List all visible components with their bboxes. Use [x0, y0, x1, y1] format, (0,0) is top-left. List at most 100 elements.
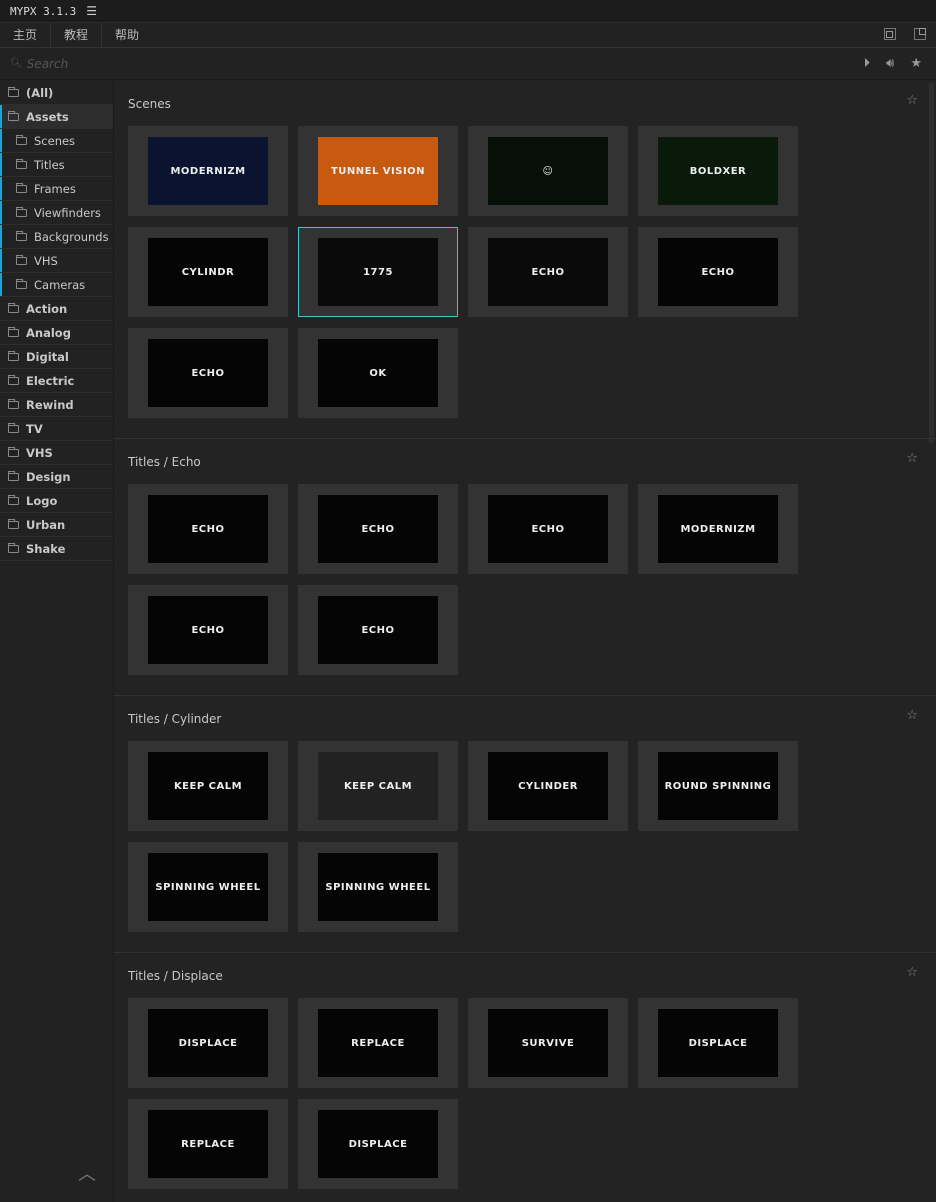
volume-icon[interactable]: 🔊︎: [886, 56, 894, 71]
sidebar-item[interactable]: Rewind: [0, 393, 113, 417]
sidebar-item[interactable]: Logo: [0, 489, 113, 513]
sidebar-item[interactable]: Digital: [0, 345, 113, 369]
favorite-star-icon[interactable]: ☆: [906, 93, 918, 108]
asset-tile[interactable]: 1775: [298, 227, 458, 317]
sidebar-item[interactable]: Backgrounds: [0, 225, 113, 249]
asset-tile[interactable]: CYLINDR: [128, 227, 288, 317]
asset-tile[interactable]: ECHO: [128, 328, 288, 418]
folder-icon: [16, 134, 27, 145]
thumbnail-label: REPLACE: [181, 1138, 235, 1150]
asset-tile[interactable]: ECHO: [468, 227, 628, 317]
asset-section: Titles / Displace ☆ DISPLACE REPLACE SURVIVE…: [114, 953, 936, 1202]
thumbnail-label: BOLDXER: [689, 165, 747, 177]
asset-tile[interactable]: KEEP CALM: [128, 741, 288, 831]
asset-tile[interactable]: DISPLACE: [298, 1099, 458, 1189]
asset-thumbnail: CYLINDR: [148, 238, 268, 306]
search-input[interactable]: [26, 56, 327, 71]
sidebar-item-label: Titles: [34, 157, 65, 172]
star-icon[interactable]: ★: [910, 56, 922, 71]
asset-tile[interactable]: ☺: [468, 126, 628, 216]
asset-tile[interactable]: ECHO: [298, 484, 458, 574]
scroll-to-top-icon[interactable]: ︿: [78, 1160, 96, 1186]
asset-tile[interactable]: KEEP CALM: [298, 741, 458, 831]
sidebar-item-label: Rewind: [26, 397, 74, 412]
sidebar-item[interactable]: Scenes: [0, 129, 113, 153]
sidebar-item-label: VHS: [26, 445, 53, 460]
sidebar-item[interactable]: Analog: [0, 321, 113, 345]
asset-tile[interactable]: REPLACE: [298, 998, 458, 1088]
sidebar-item[interactable]: Titles: [0, 153, 113, 177]
folder-icon: [16, 206, 27, 217]
sidebar-item[interactable]: TV: [0, 417, 113, 441]
sidebar-item-label: Urban: [26, 517, 66, 532]
asset-tile[interactable]: OK: [298, 328, 458, 418]
asset-thumbnail: MODERNIZM: [658, 495, 778, 563]
asset-tile[interactable]: ECHO: [468, 484, 628, 574]
folder-icon: [8, 302, 19, 313]
folder-icon: [8, 110, 19, 121]
hamburger-icon[interactable]: ☰: [86, 4, 97, 18]
sidebar-item[interactable]: Shake: [0, 537, 113, 561]
asset-tile[interactable]: DISPLACE: [638, 998, 798, 1088]
thumbnail-label: KEEP CALM: [173, 780, 243, 792]
folder-icon: [16, 230, 27, 241]
thumbnail-label: ROUND SPINNING: [664, 780, 772, 792]
asset-tile[interactable]: ECHO: [128, 585, 288, 675]
asset-thumbnail: KEEP CALM: [148, 752, 268, 820]
asset-tile[interactable]: ECHO: [638, 227, 798, 317]
asset-thumbnail: ECHO: [488, 238, 608, 306]
sidebar-item[interactable]: Frames: [0, 177, 113, 201]
folder-icon: [8, 398, 19, 409]
minimize-panel-icon[interactable]: [884, 28, 896, 40]
sidebar-item-label: Frames: [34, 181, 76, 196]
thumbnail-label: DISPLACE: [348, 1138, 408, 1150]
asset-tile[interactable]: SPINNING WHEEL: [128, 842, 288, 932]
asset-tile[interactable]: BOLDXER: [638, 126, 798, 216]
asset-tile[interactable]: MODERNIZM: [128, 126, 288, 216]
sidebar-item[interactable]: Urban: [0, 513, 113, 537]
thumbnail-label: ECHO: [531, 266, 565, 278]
asset-tile[interactable]: SURVIVE: [468, 998, 628, 1088]
menu-tutorials[interactable]: 教程: [51, 22, 103, 48]
sidebar-item-label: Electric: [26, 373, 75, 388]
sidebar-item[interactable]: VHS: [0, 441, 113, 465]
sidebar-item[interactable]: Action: [0, 297, 113, 321]
asset-thumbnail: ECHO: [318, 596, 438, 664]
thumbnail-label: OK: [369, 367, 387, 379]
sidebar-item[interactable]: Design: [0, 465, 113, 489]
asset-thumbnail: REPLACE: [148, 1110, 268, 1178]
asset-tile[interactable]: CYLINDER: [468, 741, 628, 831]
menu-help[interactable]: 帮助: [102, 23, 152, 48]
favorite-star-icon[interactable]: ☆: [906, 451, 918, 466]
popout-panel-icon[interactable]: [914, 28, 926, 40]
asset-thumbnail: ROUND SPINNING: [658, 752, 778, 820]
sidebar-item[interactable]: Viewfinders: [0, 201, 113, 225]
app-title: MYPX 3.1.3: [10, 4, 77, 18]
asset-tile[interactable]: ECHO: [298, 585, 458, 675]
favorite-star-icon[interactable]: ☆: [906, 965, 918, 980]
sidebar-item[interactable]: (All): [0, 81, 113, 105]
asset-thumbnail: 1775: [318, 238, 438, 306]
sidebar-item-label: Viewfinders: [34, 205, 101, 220]
folder-icon: [8, 86, 19, 97]
search-icon: 🔍︎: [10, 58, 23, 69]
thumbnail-label: ECHO: [191, 624, 225, 636]
sidebar-item[interactable]: Cameras: [0, 273, 113, 297]
play-icon[interactable]: ⏵︎: [864, 56, 871, 71]
asset-thumbnail: TUNNEL VISION: [318, 137, 438, 205]
asset-tile[interactable]: ECHO: [128, 484, 288, 574]
sidebar-item[interactable]: Assets: [0, 105, 113, 129]
asset-tile[interactable]: MODERNIZM: [638, 484, 798, 574]
asset-tile[interactable]: TUNNEL VISION: [298, 126, 458, 216]
folder-icon: [8, 542, 19, 553]
favorite-star-icon[interactable]: ☆: [906, 708, 918, 723]
menu-home[interactable]: 主页: [0, 22, 52, 48]
asset-tile[interactable]: REPLACE: [128, 1099, 288, 1189]
asset-tile[interactable]: SPINNING WHEEL: [298, 842, 458, 932]
asset-tile[interactable]: DISPLACE: [128, 998, 288, 1088]
sidebar-item[interactable]: VHS: [0, 249, 113, 273]
asset-thumbnail: ECHO: [318, 495, 438, 563]
sidebar-item[interactable]: Electric: [0, 369, 113, 393]
asset-thumbnail: CYLINDER: [488, 752, 608, 820]
asset-tile[interactable]: ROUND SPINNING: [638, 741, 798, 831]
